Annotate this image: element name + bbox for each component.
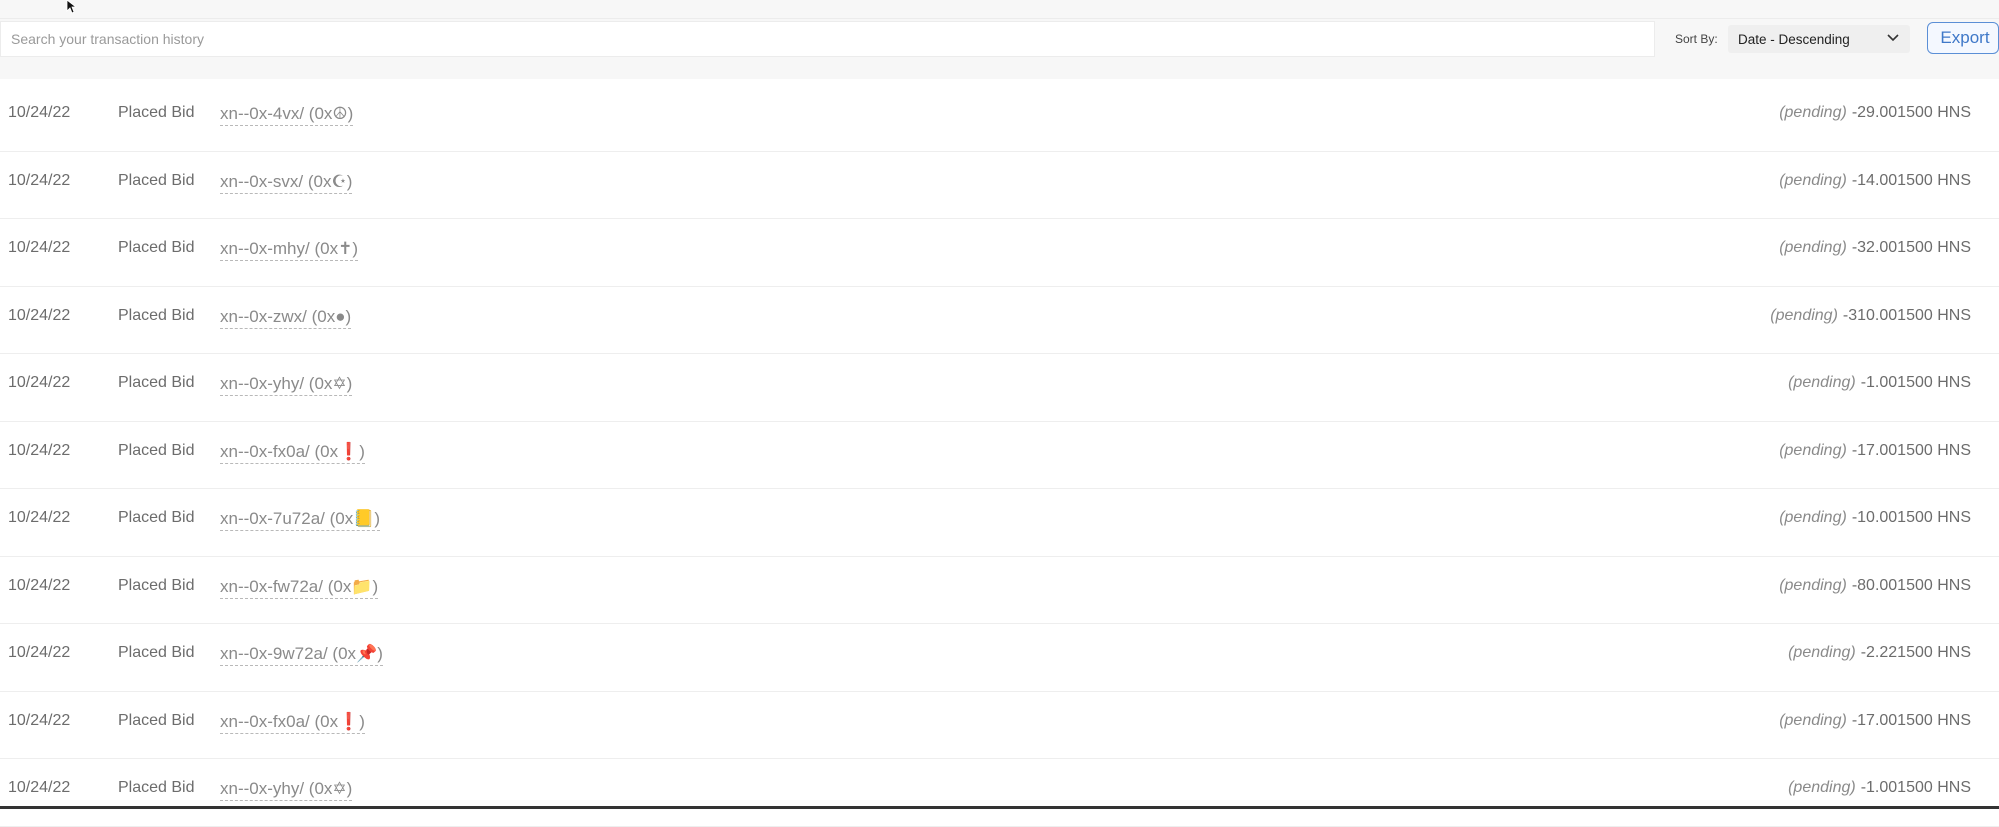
- transaction-date: 10/24/22: [8, 306, 71, 324]
- bottom-divider: [0, 806, 1999, 809]
- domain-name-link[interactable]: xn--0x-7u72a/ (0x📒): [220, 509, 381, 531]
- transaction-row[interactable]: 10/24/22 Placed Bid xn--0x-svx/ (0x☪) (p…: [0, 152, 1999, 219]
- transaction-row[interactable]: 10/24/22 Placed Bid xn--0x-4vx/ (0x☮) (p…: [0, 84, 1999, 152]
- pending-status: (pending): [1779, 104, 1847, 121]
- transaction-date: 10/24/22: [8, 644, 71, 661]
- transaction-date: 10/24/22: [8, 711, 71, 729]
- sort-by-label: Sort By:: [1675, 32, 1718, 46]
- transaction-date: 10/24/22: [8, 171, 71, 189]
- transaction-date: 10/24/22: [8, 509, 71, 526]
- transaction-amount-group: (pending) -310.001500 HNS: [1770, 307, 1971, 325]
- domain-name-link[interactable]: xn--0x-svx/ (0x☪): [220, 172, 353, 194]
- transaction-amount-group: (pending) -29.001500 HNS: [1779, 104, 1971, 122]
- transaction-row[interactable]: 10/24/22 Placed Bid xn--0x-mhy/ (0x✝) (p…: [0, 219, 1999, 287]
- pending-status: (pending): [1770, 306, 1838, 324]
- domain-name-link[interactable]: xn--0x-yhy/ (0x✡): [220, 779, 353, 801]
- transaction-amount-group: (pending) -1.001500 HNS: [1788, 779, 1971, 797]
- transaction-amount-group: (pending) -17.001500 HNS: [1779, 712, 1971, 730]
- pending-status: (pending): [1779, 239, 1847, 256]
- pending-status: (pending): [1779, 711, 1847, 729]
- transaction-amount-group: (pending) -17.001500 HNS: [1779, 442, 1971, 460]
- transaction-action: Placed Bid: [118, 239, 195, 256]
- transaction-row[interactable]: 10/24/22 Placed Bid xn--0x-fw72a/ (0x📁) …: [0, 557, 1999, 624]
- sort-select-value: Date - Descending: [1738, 31, 1850, 47]
- pending-status: (pending): [1788, 374, 1856, 391]
- export-button[interactable]: Export: [1927, 22, 1999, 54]
- transaction-amount-group: (pending) -80.001500 HNS: [1779, 577, 1971, 595]
- transaction-amount: -2.221500 HNS: [1860, 644, 1971, 661]
- transaction-amount: -310.001500 HNS: [1842, 306, 1971, 324]
- transaction-date: 10/24/22: [8, 576, 71, 594]
- transaction-toolbar: Sort By: Date - Descending Export: [0, 19, 1999, 79]
- domain-name-link[interactable]: xn--0x-fx0a/ (0x❗): [220, 442, 365, 464]
- domain-name-link[interactable]: xn--0x-fw72a/ (0x📁): [220, 577, 379, 599]
- transaction-row[interactable]: 10/24/22 Placed Bid xn--0x-fx0a/ (0x❗) (…: [0, 422, 1999, 489]
- transaction-amount: -1.001500 HNS: [1860, 779, 1971, 796]
- transaction-amount: -10.001500 HNS: [1851, 509, 1971, 526]
- transaction-amount: -14.001500 HNS: [1851, 171, 1971, 189]
- transaction-action: Placed Bid: [118, 374, 195, 391]
- sort-select[interactable]: Date - Descending: [1728, 25, 1910, 53]
- transaction-date: 10/24/22: [8, 104, 71, 121]
- transaction-action: Placed Bid: [118, 576, 195, 594]
- transaction-action: Placed Bid: [118, 779, 195, 796]
- search-input[interactable]: [0, 21, 1655, 57]
- transaction-list: 10/24/22 Placed Bid xn--0x-4vx/ (0x☮) (p…: [0, 84, 1999, 827]
- pending-status: (pending): [1788, 644, 1856, 661]
- transaction-action: Placed Bid: [118, 441, 195, 459]
- transaction-action: Placed Bid: [118, 644, 195, 661]
- transaction-action: Placed Bid: [118, 171, 195, 189]
- transaction-action: Placed Bid: [118, 104, 195, 121]
- chevron-down-icon: [1887, 34, 1899, 42]
- domain-name-link[interactable]: xn--0x-4vx/ (0x☮): [220, 104, 354, 126]
- top-strip: [0, 0, 1999, 19]
- transaction-amount: -32.001500 HNS: [1851, 239, 1971, 256]
- transaction-row[interactable]: 10/24/22 Placed Bid xn--0x-yhy/ (0x✡) (p…: [0, 759, 1999, 827]
- transaction-amount: -29.001500 HNS: [1851, 104, 1971, 121]
- pending-status: (pending): [1779, 171, 1847, 189]
- transaction-action: Placed Bid: [118, 509, 195, 526]
- pending-status: (pending): [1779, 576, 1847, 594]
- transaction-action: Placed Bid: [118, 306, 195, 324]
- pending-status: (pending): [1779, 441, 1847, 459]
- transaction-amount: -80.001500 HNS: [1851, 576, 1971, 594]
- transaction-row[interactable]: 10/24/22 Placed Bid xn--0x-7u72a/ (0x📒) …: [0, 489, 1999, 557]
- transaction-row[interactable]: 10/24/22 Placed Bid xn--0x-fx0a/ (0x❗) (…: [0, 692, 1999, 759]
- transaction-amount: -17.001500 HNS: [1851, 711, 1971, 729]
- domain-name-link[interactable]: xn--0x-yhy/ (0x✡): [220, 374, 353, 396]
- transaction-date: 10/24/22: [8, 779, 71, 796]
- domain-name-link[interactable]: xn--0x-9w72a/ (0x📌): [220, 644, 383, 666]
- transaction-row[interactable]: 10/24/22 Placed Bid xn--0x-9w72a/ (0x📌) …: [0, 624, 1999, 692]
- domain-name-link[interactable]: xn--0x-zwx/ (0x●): [220, 307, 352, 329]
- transaction-amount-group: (pending) -14.001500 HNS: [1779, 172, 1971, 190]
- domain-name-link[interactable]: xn--0x-mhy/ (0x✝): [220, 239, 358, 261]
- pending-status: (pending): [1779, 509, 1847, 526]
- transaction-date: 10/24/22: [8, 374, 71, 391]
- transaction-amount-group: (pending) -1.001500 HNS: [1788, 374, 1971, 392]
- transaction-action: Placed Bid: [118, 711, 195, 729]
- mouse-cursor-icon: [66, 0, 78, 14]
- transaction-row[interactable]: 10/24/22 Placed Bid xn--0x-yhy/ (0x✡) (p…: [0, 354, 1999, 422]
- transaction-amount: -17.001500 HNS: [1851, 441, 1971, 459]
- transaction-amount-group: (pending) -2.221500 HNS: [1788, 644, 1971, 662]
- domain-name-link[interactable]: xn--0x-fx0a/ (0x❗): [220, 712, 365, 734]
- transaction-row[interactable]: 10/24/22 Placed Bid xn--0x-zwx/ (0x●) (p…: [0, 287, 1999, 354]
- transaction-amount-group: (pending) -32.001500 HNS: [1779, 239, 1971, 257]
- transaction-date: 10/24/22: [8, 441, 71, 459]
- pending-status: (pending): [1788, 779, 1856, 796]
- transaction-amount: -1.001500 HNS: [1860, 374, 1971, 391]
- transaction-amount-group: (pending) -10.001500 HNS: [1779, 509, 1971, 527]
- transaction-date: 10/24/22: [8, 239, 71, 256]
